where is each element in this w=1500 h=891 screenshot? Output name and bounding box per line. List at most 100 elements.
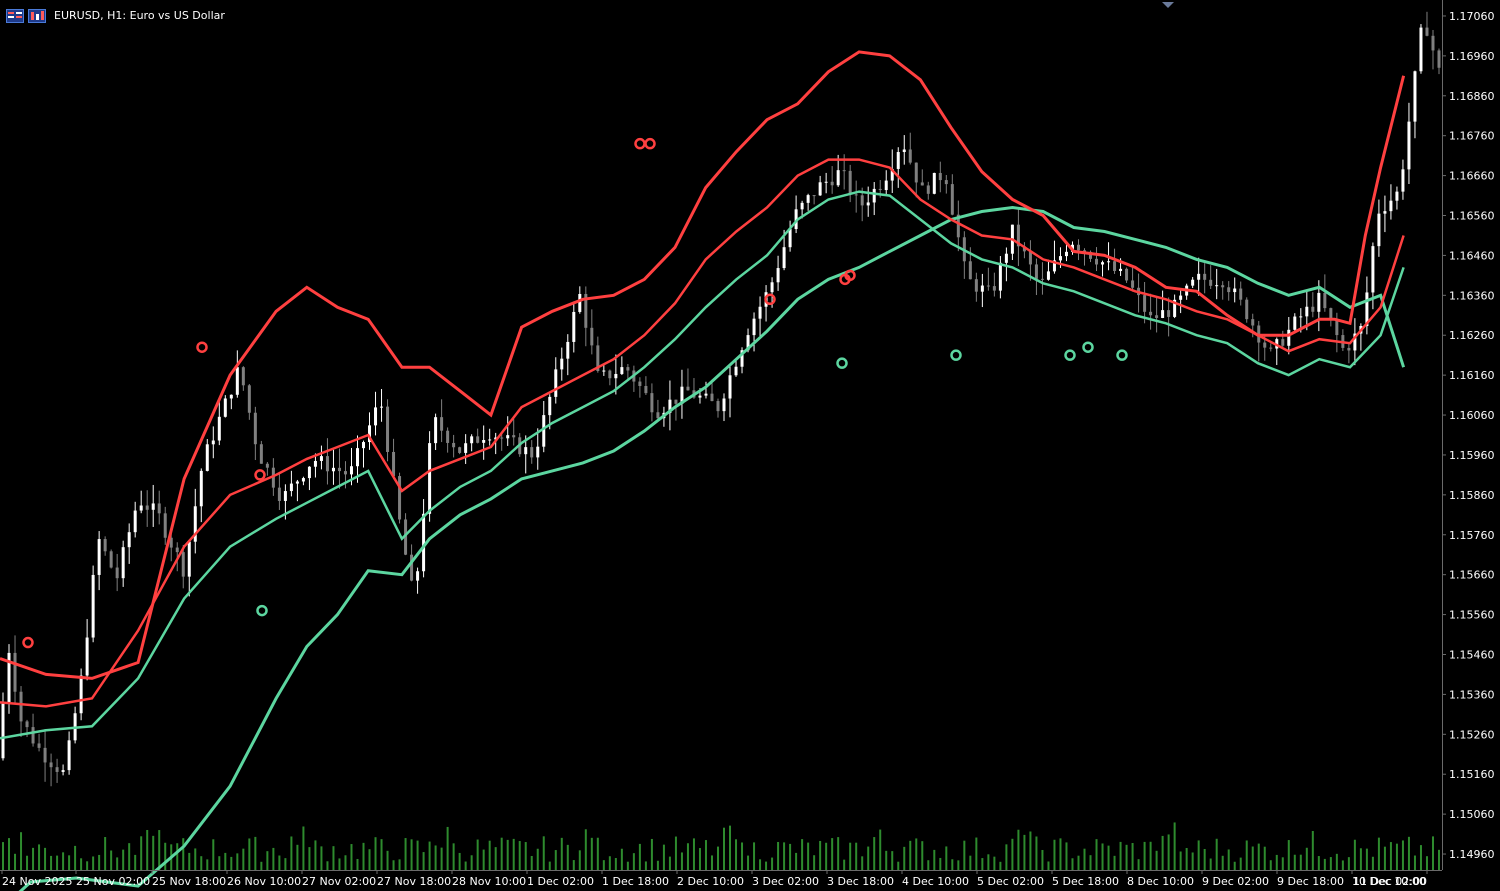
- scroll-marker-icon[interactable]: [1162, 2, 1174, 8]
- candle: [1149, 293, 1153, 330]
- candle: [265, 462, 269, 476]
- chart-window[interactable]: EURUSD, H1: Euro vs US Dollar 1.17060 1.1…: [0, 0, 1500, 891]
- price-tick-label: 1.16360: [1449, 289, 1495, 302]
- candle: [416, 567, 420, 594]
- candle: [572, 301, 576, 353]
- volume-bar: [1263, 846, 1266, 870]
- volume-bar: [1359, 848, 1362, 870]
- volume-bar: [1179, 851, 1182, 870]
- volume-bar: [614, 858, 617, 870]
- candle: [205, 439, 209, 472]
- volume-bar: [86, 861, 89, 870]
- time-tick-label: 3 Dec 02:00: [752, 875, 819, 888]
- candle: [1425, 11, 1429, 37]
- volume-bar: [1101, 843, 1104, 870]
- price-tick-label: 1.16960: [1449, 50, 1495, 63]
- volume-bar: [915, 838, 918, 870]
- time-tick-label: 5 Dec 02:00: [977, 875, 1044, 888]
- volume-bar: [1257, 843, 1260, 870]
- candle: [1275, 337, 1279, 366]
- candle: [554, 357, 558, 404]
- volume-bar: [38, 844, 41, 870]
- candle: [337, 448, 341, 489]
- volume-bar: [1317, 856, 1320, 870]
- candle: [1377, 199, 1381, 257]
- candle: [566, 334, 570, 376]
- volume-bar: [1005, 844, 1008, 870]
- candle: [1245, 297, 1249, 323]
- volume-bar: [248, 838, 251, 870]
- candle: [109, 549, 113, 569]
- volume-bar: [710, 855, 713, 870]
- volume-bar: [819, 840, 822, 870]
- candle: [776, 255, 780, 291]
- volume-bar: [729, 825, 732, 870]
- candle: [211, 426, 215, 459]
- volume-bar: [434, 845, 437, 870]
- candle: [163, 506, 167, 545]
- price-tick-label: 1.16260: [1449, 329, 1495, 342]
- candle: [1022, 242, 1026, 259]
- volume-bar: [1245, 840, 1248, 870]
- candle: [1239, 281, 1243, 306]
- candle: [259, 440, 263, 464]
- time-tick-label: 1 Dec 02:00: [527, 875, 594, 888]
- candle: [794, 195, 798, 234]
- volume-bar: [927, 860, 930, 870]
- volume-bar: [1395, 843, 1398, 870]
- volume-bar: [969, 855, 972, 870]
- time-tick-label: 8 Dec 10:00: [1127, 875, 1194, 888]
- candle: [830, 166, 834, 194]
- volume-bar: [1383, 846, 1386, 870]
- volume-bar: [500, 837, 503, 870]
- volume-bar: [1065, 842, 1068, 870]
- time-tick-label: 11 Dec 02:00: [1353, 875, 1427, 888]
- candle: [277, 472, 281, 510]
- volume-bar: [1077, 855, 1080, 870]
- candle: [560, 347, 564, 381]
- band-lines: [0, 50, 1406, 891]
- time-tick-label: 1 Dec 18:00: [602, 875, 669, 888]
- candle: [1311, 292, 1315, 318]
- candle: [49, 753, 53, 787]
- volume-bar: [692, 838, 695, 870]
- time-tick-label: 27 Nov 18:00: [377, 875, 451, 888]
- candle: [31, 713, 35, 747]
- volume-bar: [1365, 848, 1368, 870]
- sell-signal-marker: [22, 636, 34, 649]
- candle: [1413, 70, 1417, 139]
- candle: [1083, 248, 1087, 266]
- volume-bar: [350, 844, 353, 870]
- volume-bar: [945, 846, 948, 870]
- candle: [992, 272, 996, 297]
- candle: [103, 536, 107, 556]
- volume-bar: [644, 861, 647, 870]
- volume-bar: [1281, 857, 1284, 870]
- price-tick-label: 1.15660: [1449, 569, 1495, 582]
- buy-signal-marker: [256, 604, 268, 617]
- candle: [644, 376, 648, 395]
- candle: [812, 195, 816, 205]
- volume-bar: [176, 843, 179, 870]
- volume-bar: [590, 837, 593, 870]
- volume-bar: [332, 846, 335, 870]
- volume-bar: [981, 858, 984, 870]
- time-tick-label: 25 Nov 18:00: [152, 875, 226, 888]
- volume-bar: [1071, 858, 1074, 870]
- volume-bar: [638, 843, 641, 870]
- price-tick-label: 1.15460: [1449, 648, 1495, 661]
- price-tick-label: 1.14960: [1449, 848, 1495, 861]
- volume-bar: [356, 858, 359, 870]
- upper-band-line: [0, 50, 1406, 680]
- candle: [656, 399, 660, 421]
- candle: [470, 434, 474, 452]
- candle: [1329, 307, 1333, 327]
- price-chart[interactable]: 1.17060 1.16960 1.16860 1.16760 1.16660 1.165…: [0, 0, 1500, 891]
- sell-signal-marker: [644, 137, 656, 150]
- candle: [362, 440, 366, 468]
- time-axis: 24 Nov 2025 25 Nov 02:00 25 Nov 18:00 26 No…: [1, 870, 1428, 888]
- volume-bar: [194, 848, 197, 870]
- volume-bar: [795, 852, 798, 870]
- price-tick-label: 1.16160: [1449, 369, 1495, 382]
- candle: [325, 438, 329, 485]
